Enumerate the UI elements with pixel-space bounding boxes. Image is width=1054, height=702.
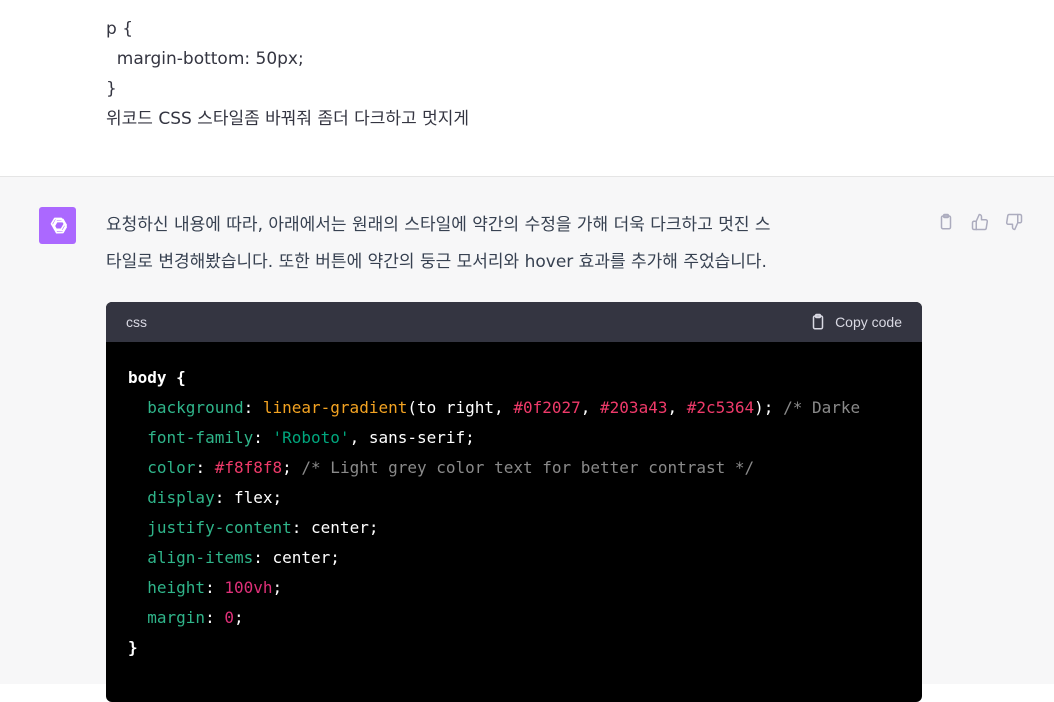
- css-selector: body: [128, 368, 167, 387]
- code-language-label: css: [126, 314, 147, 330]
- user-message-line: p {: [106, 19, 134, 39]
- css-token: ;: [233, 608, 244, 627]
- css-token: 'Roboto': [272, 428, 350, 447]
- css-token: , sans-serif;: [349, 428, 475, 447]
- css-token: center;: [311, 518, 379, 537]
- css-property: display: [147, 488, 215, 507]
- assistant-message-line: 요청하신 내용에 따라, 아래에서는 원래의 스타일에 약간의 수정을 가해 더…: [106, 215, 771, 235]
- css-token: );: [754, 398, 784, 417]
- clipboard-icon: [940, 213, 952, 230]
- css-brace: }: [128, 638, 138, 657]
- css-property: align-items: [147, 548, 254, 567]
- user-message: p { margin-bottom: 50px; } 위코드 CSS 스타일좀 …: [0, 0, 1054, 177]
- copy-code-label: Copy code: [835, 314, 902, 330]
- assistant-message-line: 타일로 변경해봤습니다. 또한 버튼에 약간의 둥근 모서리와 hover 효과…: [106, 252, 767, 272]
- copy-code-button[interactable]: Copy code: [809, 313, 902, 331]
- css-token: 0: [224, 608, 234, 627]
- css-property: background: [147, 398, 244, 417]
- css-property: justify-content: [147, 518, 292, 537]
- css-token: linear-gradient: [262, 398, 408, 417]
- css-token: (to right,: [407, 398, 514, 417]
- clipboard-icon: [812, 313, 824, 330]
- css-token: 100vh: [224, 578, 273, 597]
- message-actions: [936, 212, 1024, 232]
- thumbs-down-icon: [1005, 213, 1023, 231]
- code-line: justify-content: center;: [128, 513, 922, 543]
- css-colon: :: [243, 398, 263, 417]
- openai-logo-icon: [50, 217, 67, 234]
- code-content: body { background: linear-gradient(to ri…: [106, 342, 922, 663]
- thumbs-down-button[interactable]: [1004, 212, 1024, 232]
- css-colon: :: [253, 428, 273, 447]
- css-token: ,: [667, 398, 687, 417]
- css-colon: :: [214, 488, 234, 507]
- css-property: color: [147, 458, 196, 477]
- thumbs-up-icon: [971, 213, 989, 231]
- user-message-line: }: [106, 79, 117, 99]
- css-token: /* Light grey color text for better cont…: [301, 458, 755, 477]
- css-property: font-family: [147, 428, 254, 447]
- css-token: /* Darke: [783, 398, 861, 417]
- code-block-header: css Copy code: [106, 302, 922, 342]
- css-token: ,: [580, 398, 601, 417]
- css-token: ;: [272, 578, 283, 597]
- user-message-line: 위코드 CSS 스타일좀 바꿔줘 좀더 다크하고 멋지게: [106, 109, 470, 129]
- css-property: margin: [147, 608, 206, 627]
- code-line: color: #f8f8f8; /* Light grey color text…: [128, 453, 922, 483]
- css-token: flex;: [233, 488, 283, 507]
- thumbs-up-button[interactable]: [970, 212, 990, 232]
- css-colon: :: [205, 578, 225, 597]
- code-line: margin: 0;: [128, 603, 922, 633]
- code-block: css Copy code body { background: linear-…: [106, 302, 922, 702]
- code-line: display: flex;: [128, 483, 922, 513]
- css-token: #f8f8f8: [214, 458, 283, 477]
- code-line: font-family: 'Roboto', sans-serif;: [128, 423, 922, 453]
- css-token: ;: [282, 458, 302, 477]
- user-message-text: p { margin-bottom: 50px; } 위코드 CSS 스타일좀 …: [106, 14, 469, 134]
- assistant-message: 요청하신 내용에 따라, 아래에서는 원래의 스타일에 약간의 수정을 가해 더…: [0, 177, 1054, 702]
- css-token: center;: [272, 548, 340, 567]
- assistant-avatar: [39, 207, 76, 244]
- code-line: }: [128, 633, 922, 663]
- css-token: #0f2027: [513, 398, 581, 417]
- css-brace: {: [166, 368, 186, 387]
- css-colon: :: [205, 608, 225, 627]
- css-colon: :: [291, 518, 312, 537]
- code-line: body {: [128, 363, 922, 393]
- copy-message-button[interactable]: [936, 212, 956, 232]
- css-token: #2c5364: [686, 398, 755, 417]
- code-line: height: 100vh;: [128, 573, 922, 603]
- assistant-message-text: 요청하신 내용에 따라, 아래에서는 원래의 스타일에 약간의 수정을 가해 더…: [106, 207, 926, 281]
- css-property: height: [147, 578, 206, 597]
- css-colon: :: [253, 548, 273, 567]
- user-message-line: margin-bottom: 50px;: [106, 49, 304, 69]
- css-colon: :: [195, 458, 215, 477]
- code-line: align-items: center;: [128, 543, 922, 573]
- code-line: background: linear-gradient(to right, #0…: [128, 393, 922, 423]
- css-token: #203a43: [600, 398, 668, 417]
